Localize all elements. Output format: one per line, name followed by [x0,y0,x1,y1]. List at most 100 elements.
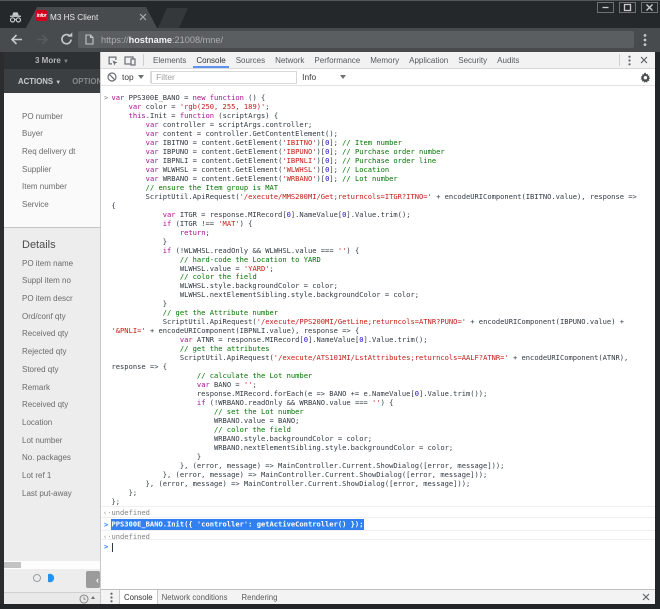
details-item-po-item-name[interactable]: PO item name [22,259,73,268]
code-token: // ensure the Item group is MAT [145,182,279,192]
console-code-line: ScriptUtil.ApiRequest('/execute/ATS101MI… [101,353,655,362]
execution-context-selector[interactable]: top [122,72,134,82]
scrollbar-thumb[interactable] [4,562,21,568]
details-item-last-put-away[interactable]: Last put-away [22,489,72,498]
devtools-tab-memory[interactable]: Memory [365,52,404,68]
code-token: ITGR = response.MIRecord[ [175,209,287,219]
code-token: )[ [316,173,326,183]
devtools-tab-sources[interactable]: Sources [231,52,270,68]
details-item-remark[interactable]: Remark [22,383,50,392]
sidebar-item-service[interactable]: Service [22,200,49,209]
code-token: response => { [111,362,168,372]
console-messages[interactable]: > var PPS300E_BANO = new function () { va… [101,86,655,589]
collapse-panel-button[interactable]: ‹ [86,571,100,588]
drawer-tab-rendering[interactable]: Rendering [237,590,281,604]
devtools-tab-security[interactable]: Security [453,52,492,68]
console-filter-input[interactable]: Filter [151,70,298,84]
console-command-row-selected[interactable]: > PPS300E_BANO.Init({ 'controller': getAc… [101,517,655,530]
code-token: controller = scriptArgs.controller; [158,119,313,129]
drawer-tab-console[interactable]: Console [119,590,158,604]
reload-icon[interactable] [59,32,74,47]
details-item-rejected-qty[interactable]: Rejected qty [22,347,66,356]
chevron-left-icon: ‹ [96,575,99,585]
devtools-menu-icon[interactable] [628,55,631,66]
console-code-line: } [101,452,655,461]
sidebar-item-supplier[interactable]: Supplier [22,165,51,174]
url-text[interactable]: https://hostname:21008/mne/ [101,35,223,45]
details-item-suppl-item-no[interactable]: Suppl item no [22,276,71,285]
code-token: (!WRBANO.readOnly && WRBANO.value === [205,398,373,408]
clear-console-icon[interactable] [107,72,117,82]
console-settings-gear-icon[interactable] [640,72,651,83]
code-token: // Purchase order line [342,155,437,165]
code-token: 'IBPNLI' [282,155,317,165]
window-maximize-button[interactable] [619,2,636,13]
console-code-line: // get the Attribute number [101,308,655,317]
inspect-element-icon[interactable] [107,55,118,66]
details-item-po-item-descr[interactable]: PO item descr [22,294,73,303]
devtools-tab-audits[interactable]: Audits [492,52,524,68]
console-code-line: // calculate the Lot number [101,371,655,380]
console-input-row[interactable]: > [101,538,655,553]
tab-close-icon[interactable] [139,13,147,21]
more-dropdown[interactable]: 3 More ▼ [4,52,100,69]
console-code-line: { [101,201,655,210]
console-code-line: var IBPNLI = content.GetElement('IBPNLI'… [101,156,655,165]
details-item-lot-number[interactable]: Lot number [22,436,62,445]
window-close-button[interactable] [641,2,658,13]
horizontal-scrollbar[interactable] [4,561,100,569]
code-token: 'IBPUNO' [282,146,317,156]
code-token: } [111,236,168,246]
code-token: ; [269,263,274,273]
code-token: 'WRBANO' [282,173,317,183]
code-token: + encodeURIComponent(IBPUNO.value) + [466,317,625,327]
console-code-line: this.Init = function (scriptArgs) { [101,111,655,120]
options-menu[interactable]: OPTIONS [72,77,100,86]
browser-menu-icon[interactable] [643,33,647,47]
code-token: ].NameValue[ [307,335,360,345]
devtools-tab-console[interactable]: Console [191,52,230,68]
details-item-location[interactable]: Location [22,418,52,427]
details-item-stored-qty[interactable]: Stored qty [22,365,58,374]
sidebar-item-buyer[interactable]: Buyer [22,129,43,138]
actions-menu[interactable]: ACTIONS [18,77,53,86]
devtools-tab-performance[interactable]: Performance [309,52,365,68]
device-toolbar-icon[interactable] [123,55,136,66]
window-minimize-button[interactable] [597,2,614,13]
devtools-tab-application[interactable]: Application [404,52,453,68]
log-level-selector[interactable]: Info [302,72,316,82]
details-item-received-qty[interactable]: Received qty [22,400,68,409]
status-caret-icon[interactable] [91,596,95,599]
devtools-close-icon[interactable] [640,56,648,64]
sidebar-item-po-number[interactable]: PO number [22,112,63,121]
code-token: var [145,146,159,156]
page-icon[interactable] [85,34,94,45]
console-code-line: var content = controller.GetContentEleme… [101,129,655,138]
details-item-received-qty[interactable]: Received qty [22,329,68,338]
code-token: var [111,92,125,102]
clock-icon[interactable] [79,594,89,604]
devtools-tab-network[interactable]: Network [270,52,309,68]
sidebar-item-req-delivery-dt[interactable]: Req delivery dt [22,147,75,156]
devtools-tab-elements[interactable]: Elements [148,52,191,68]
console-code-line: var IBPUNO = content.GetElement('IBPUNO'… [101,147,655,156]
details-item-lot-ref-1[interactable]: Lot ref 1 [22,471,51,480]
browser-window: infor M3 HS Client https://hostname:2100… [0,0,660,609]
sidebar-item-item-number[interactable]: Item number [22,182,67,191]
code-token: ScriptUtil.ApiRequest( [111,191,240,201]
drawer-close-icon[interactable] [642,593,650,601]
details-item-ord-conf-qty[interactable]: Ord/conf qty [22,312,66,321]
back-icon[interactable] [9,32,24,47]
forward-icon[interactable] [35,32,50,47]
drawer-tab-network-conditions[interactable]: Network conditions [158,590,232,604]
details-item-no-packages[interactable]: No. packages [22,453,71,462]
selected-command-text[interactable]: PPS300E_BANO.Init({ 'controller': getAct… [111,519,365,530]
code-token: // calculate the Lot number [196,371,313,381]
console-code-line: // ensure the Item group is MAT [101,183,655,192]
